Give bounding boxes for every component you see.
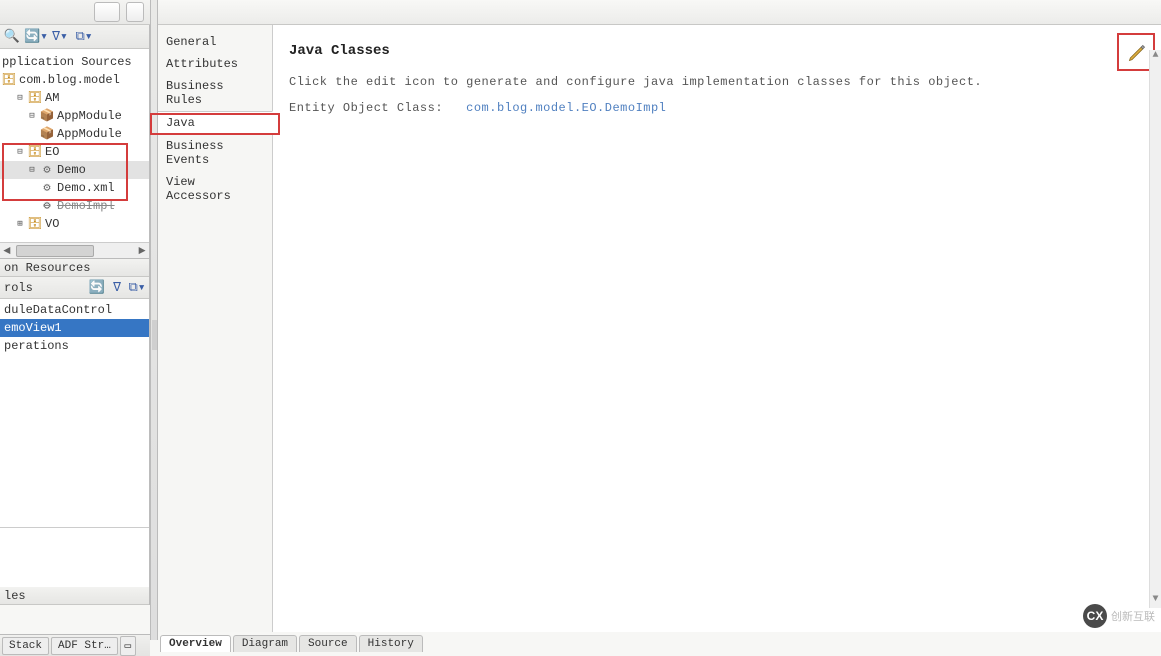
tab-stack[interactable]: Stack (2, 637, 49, 655)
sidebar-item-general[interactable]: General (158, 31, 272, 53)
demo-view-label: emoView1 (4, 321, 62, 335)
package-label: com.blog.model (19, 71, 120, 89)
tree-package[interactable]: 🗄 com.blog.model (0, 71, 149, 89)
java-icon: ⚙ (40, 199, 54, 213)
scroll-left-icon[interactable]: ◄ (0, 244, 14, 258)
editor-content: Java Classes Click the edit icon to gene… (273, 25, 1161, 632)
refresh-icon[interactable]: 🔄▾ (28, 29, 44, 45)
appmodule-child-label: AppModule (57, 125, 122, 143)
toggle-icon[interactable]: ⊟ (26, 164, 38, 176)
editor-bottom-tabs: Overview Diagram Source History (158, 632, 425, 652)
entity-class-link[interactable]: com.blog.model.EO.DemoImpl (466, 101, 666, 115)
operations-label: perations (4, 339, 69, 353)
toolbar-dropdown[interactable] (94, 2, 120, 22)
tab-diagram[interactable]: Diagram (233, 635, 297, 652)
toggle-icon[interactable]: ⊟ (26, 110, 38, 122)
controls-label: rols (4, 281, 33, 295)
toggle-icon[interactable]: ⊟ (14, 146, 26, 158)
tab-overview[interactable]: Overview (160, 635, 231, 652)
database-icon: 🗄 (2, 73, 16, 87)
editor-toolbar (158, 0, 1161, 25)
package-icon: 🗄 (28, 217, 42, 231)
tree-demo-xml[interactable]: ⚙ Demo.xml (0, 179, 149, 197)
scroll-thumb[interactable] (16, 245, 94, 257)
project-tree[interactable]: pplication Sources 🗄 com.blog.model ⊟ 🗄 … (0, 49, 149, 233)
list-item-selected[interactable]: emoView1 (0, 319, 149, 337)
controls-toolbar: rols 🔄 ∇ ⧉▾ (0, 277, 149, 299)
watermark: CX 创新互联 (1083, 604, 1155, 628)
options-icon[interactable]: ⧉▾ (129, 280, 145, 296)
package-icon: 🗄 (28, 145, 42, 159)
tree-appmodule[interactable]: ⊟ 📦 AppModule (0, 107, 149, 125)
left-panel: 🔍 🔄▾ ∇▾ ⧉▾ pplication Sources 🗄 com.blog… (0, 25, 150, 605)
toggle-icon[interactable]: ⊟ (14, 92, 26, 104)
tree-demo[interactable]: ⊟ ⚙ Demo (0, 161, 149, 179)
watermark-text: 创新互联 (1111, 608, 1155, 624)
data-controls-list: duleDataControl emoView1 perations (0, 299, 149, 527)
editor-body: General Attributes Business Rules Java B… (158, 25, 1161, 632)
tab-source[interactable]: Source (299, 635, 357, 652)
demo-impl-label: DemoImpl (57, 197, 115, 215)
project-tree-panel: pplication Sources 🗄 com.blog.model ⊟ 🗄 … (0, 49, 149, 259)
sidebar-item-view-accessors[interactable]: View Accessors (158, 171, 272, 207)
scroll-up-icon[interactable]: ▲ (1150, 50, 1161, 64)
options-icon[interactable]: ⧉▾ (76, 29, 92, 45)
data-control-label: duleDataControl (4, 303, 112, 317)
structure-panel (0, 527, 149, 587)
tree-am[interactable]: ⊟ 🗄 AM (0, 89, 149, 107)
am-label: AM (45, 89, 59, 107)
editor-area: General Attributes Business Rules Java B… (158, 0, 1161, 656)
files-header[interactable]: les (0, 587, 149, 605)
content-title: Java Classes (289, 43, 1145, 59)
refresh-icon[interactable]: 🔄 (89, 280, 105, 296)
tab-adf-structure[interactable]: ADF Str… (51, 637, 118, 655)
appmodule-label: AppModule (57, 107, 122, 125)
sidebar-item-attributes[interactable]: Attributes (158, 53, 272, 75)
filter-icon[interactable]: ∇▾ (52, 29, 68, 45)
tab-history[interactable]: History (359, 635, 423, 652)
package-icon: 🗄 (28, 91, 42, 105)
entity-class-row: Entity Object Class: com.blog.model.EO.D… (289, 101, 1145, 115)
entity-class-label: Entity Object Class: (289, 101, 443, 115)
sidebar-item-java[interactable]: Java (158, 111, 273, 135)
left-top-toolbar (0, 0, 150, 25)
tree-appmodule-child[interactable]: 📦 AppModule (0, 125, 149, 143)
horizontal-scrollbar[interactable]: ◄ ► (0, 242, 149, 258)
tree-eo[interactable]: ⊟ 🗄 EO (0, 143, 149, 161)
toolbar-dropdown-menu[interactable] (126, 2, 144, 22)
search-icon[interactable]: 🔍 (4, 29, 20, 45)
vertical-scrollbar[interactable]: ▲ ▼ (1149, 50, 1161, 608)
resources-header[interactable]: on Resources (0, 259, 149, 277)
folder-label: pplication Sources (2, 53, 132, 71)
toggle-icon[interactable]: ⊞ (14, 218, 26, 230)
list-item[interactable]: perations (0, 337, 149, 355)
filter-toolbar: 🔍 🔄▾ ∇▾ ⧉▾ (0, 25, 149, 49)
demo-xml-label: Demo.xml (57, 179, 115, 197)
resources-label: on Resources (4, 261, 90, 275)
list-item[interactable]: duleDataControl (0, 301, 149, 319)
tree-app-sources[interactable]: pplication Sources (0, 53, 149, 71)
content-hint: Click the edit icon to generate and conf… (289, 75, 1145, 89)
bottom-tab-bar: Stack ADF Str… ▭ (0, 634, 150, 656)
vertical-splitter[interactable] (150, 0, 158, 640)
eo-label: EO (45, 143, 59, 161)
filter-icon[interactable]: ∇ (109, 280, 125, 296)
xml-icon: ⚙ (40, 181, 54, 195)
files-label: les (4, 589, 26, 603)
demo-label: Demo (57, 161, 86, 179)
vo-label: VO (45, 215, 59, 233)
entity-icon: ⚙ (40, 163, 54, 177)
tree-demo-impl[interactable]: ⚙ DemoImpl (0, 197, 149, 215)
sidebar-item-business-rules[interactable]: Business Rules (158, 75, 272, 111)
watermark-logo: CX (1083, 604, 1107, 628)
scroll-right-icon[interactable]: ► (135, 244, 149, 258)
module-icon: 📦 (40, 127, 54, 141)
pencil-icon (1127, 43, 1147, 63)
module-icon: 📦 (40, 109, 54, 123)
sidebar-item-business-events[interactable]: Business Events (158, 135, 272, 171)
tree-vo[interactable]: ⊞ 🗄 VO (0, 215, 149, 233)
overview-side-nav: General Attributes Business Rules Java B… (158, 25, 273, 632)
tab-minimize[interactable]: ▭ (120, 636, 136, 656)
